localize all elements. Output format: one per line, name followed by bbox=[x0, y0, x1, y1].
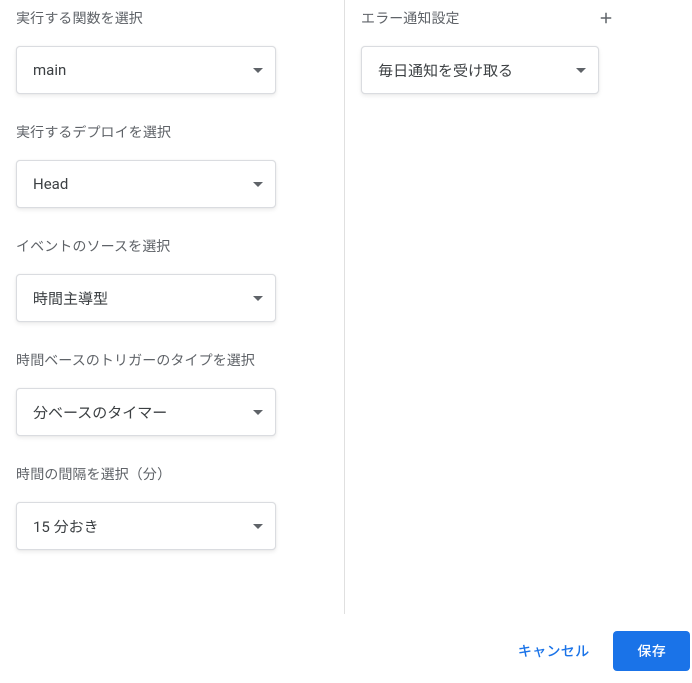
deploy-select-value: Head bbox=[33, 175, 68, 193]
chevron-down-icon bbox=[576, 68, 586, 73]
field-function: 実行する関数を選択 main bbox=[16, 8, 328, 94]
cancel-button[interactable]: キャンセル bbox=[498, 631, 610, 671]
interval-select[interactable]: 15 分おき bbox=[16, 502, 276, 550]
function-label: 実行する関数を選択 bbox=[16, 8, 328, 28]
chevron-down-icon bbox=[253, 182, 263, 187]
field-trigger-type: 時間ベースのトリガーのタイプを選択 分ベースのタイマー bbox=[16, 350, 328, 436]
error-notify-label: エラー通知設定 bbox=[361, 8, 460, 28]
chevron-down-icon bbox=[253, 524, 263, 529]
error-notify-select[interactable]: 毎日通知を受け取る bbox=[361, 46, 599, 94]
interval-label: 時間の間隔を選択（分） bbox=[16, 464, 328, 484]
field-deploy: 実行するデプロイを選択 Head bbox=[16, 122, 328, 208]
error-notify-select-value: 毎日通知を受け取る bbox=[378, 60, 513, 81]
save-button[interactable]: 保存 bbox=[613, 631, 690, 671]
function-select[interactable]: main bbox=[16, 46, 276, 94]
event-source-label: イベントのソースを選択 bbox=[16, 236, 328, 256]
add-notification-button[interactable] bbox=[596, 8, 616, 28]
chevron-down-icon bbox=[253, 68, 263, 73]
dialog-footer: キャンセル 保存 bbox=[0, 619, 692, 683]
deploy-label: 実行するデプロイを選択 bbox=[16, 122, 328, 142]
left-column: 実行する関数を選択 main 実行するデプロイを選択 Head イベントのソース… bbox=[0, 0, 345, 614]
plus-icon bbox=[597, 9, 615, 27]
event-source-select-value: 時間主導型 bbox=[33, 288, 108, 309]
field-interval: 時間の間隔を選択（分） 15 分おき bbox=[16, 464, 328, 550]
deploy-select[interactable]: Head bbox=[16, 160, 276, 208]
field-error-notify: エラー通知設定 毎日通知を受け取る bbox=[361, 8, 676, 94]
trigger-form: 実行する関数を選択 main 実行するデプロイを選択 Head イベントのソース… bbox=[0, 0, 692, 614]
chevron-down-icon bbox=[253, 410, 263, 415]
event-source-select[interactable]: 時間主導型 bbox=[16, 274, 276, 322]
trigger-type-select[interactable]: 分ベースのタイマー bbox=[16, 388, 276, 436]
trigger-type-select-value: 分ベースのタイマー bbox=[33, 402, 167, 423]
right-column: エラー通知設定 毎日通知を受け取る bbox=[345, 0, 692, 614]
chevron-down-icon bbox=[253, 296, 263, 301]
function-select-value: main bbox=[33, 61, 66, 79]
interval-select-value: 15 分おき bbox=[33, 516, 99, 537]
error-notify-label-row: エラー通知設定 bbox=[361, 8, 676, 28]
trigger-type-label: 時間ベースのトリガーのタイプを選択 bbox=[16, 350, 328, 370]
field-event-source: イベントのソースを選択 時間主導型 bbox=[16, 236, 328, 322]
